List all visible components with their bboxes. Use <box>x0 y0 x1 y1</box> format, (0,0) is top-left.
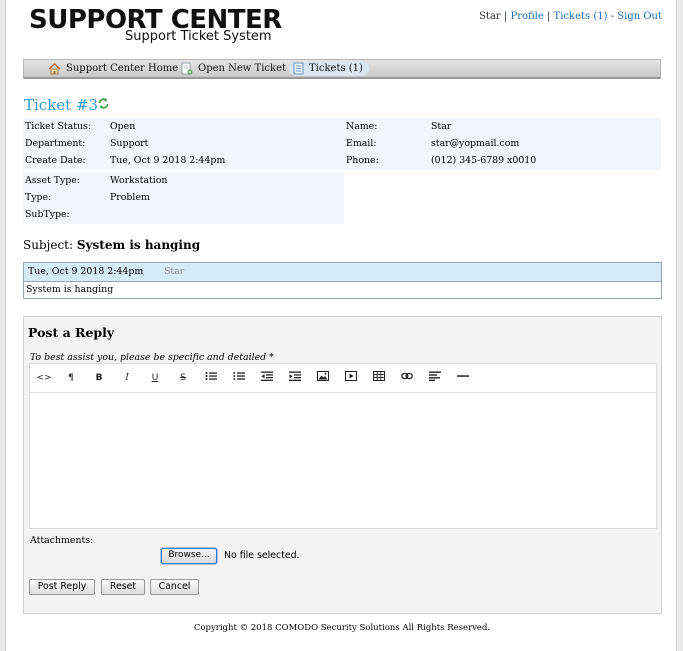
create-date-value: Tue, Oct 9 2018 2:44pm <box>110 155 226 166</box>
outdent-icon <box>261 371 273 381</box>
reply-form: Post a Reply To best assist you, please … <box>23 316 662 614</box>
thread-header: Tue, Oct 9 2018 2:44pm Star <box>24 263 661 282</box>
indent-button[interactable] <box>287 371 303 385</box>
editor-toolbar: <> ¶ B I U S <box>30 364 656 393</box>
image-icon <box>317 371 329 381</box>
horizontal-rule-button[interactable] <box>455 371 471 385</box>
insert-image-button[interactable] <box>315 371 331 385</box>
tickets-link[interactable]: Tickets (1) <box>554 11 608 22</box>
new-ticket-icon <box>181 62 193 75</box>
main-nav: Support Center Home Open New Ticket Tick… <box>23 59 661 79</box>
email-value: star@yopmail.com <box>431 138 520 149</box>
cancel-button[interactable]: Cancel <box>150 579 199 595</box>
department-label: Department: <box>25 138 86 149</box>
table-icon <box>373 371 385 381</box>
subject-value: System is hanging <box>76 238 201 252</box>
subject-label: Subject: <box>23 238 74 252</box>
browse-button[interactable]: Browse... <box>161 548 217 564</box>
thread-date: Tue, Oct 9 2018 2:44pm <box>28 266 144 277</box>
paragraph-button[interactable]: ¶ <box>63 371 79 385</box>
align-button[interactable] <box>427 371 443 385</box>
reply-editor[interactable]: <> ¶ B I U S <box>29 363 657 529</box>
refresh-icon[interactable] <box>97 97 110 110</box>
nav-home[interactable]: Support Center Home <box>48 62 178 76</box>
email-row: Email: star@yopmail.com <box>344 135 661 152</box>
name-value: Star <box>431 121 452 132</box>
strikethrough-button[interactable]: S <box>175 371 191 385</box>
nav-home-label: Support Center Home <box>66 63 179 74</box>
dash: - <box>610 11 615 22</box>
subtype-label: SubType: <box>25 209 70 220</box>
ticket-title: Ticket #3 <box>24 96 99 114</box>
asset-info: Asset Type: Workstation Type: Problem SubT… <box>23 172 344 224</box>
code-view-button[interactable]: <> <box>36 371 52 385</box>
phone-value: (012) 345-6789 x0010 <box>431 155 537 166</box>
username: Star <box>479 11 501 22</box>
tickets-icon <box>293 62 304 75</box>
home-icon <box>48 62 61 74</box>
reply-title: Post a Reply <box>28 325 115 340</box>
nav-new-ticket[interactable]: Open New Ticket <box>181 62 286 76</box>
post-reply-button[interactable]: Post Reply <box>29 579 95 595</box>
create-date-label: Create Date: <box>25 155 86 166</box>
numbered-list-button[interactable] <box>231 371 247 385</box>
editor-content-area[interactable] <box>30 393 656 528</box>
subtype-row: SubType: <box>23 206 344 223</box>
asset-row: Asset Type: Workstation <box>23 172 344 189</box>
outdent-button[interactable] <box>259 371 275 385</box>
link-icon <box>401 372 413 380</box>
email-label: Email: <box>346 138 377 149</box>
type-row: Type: Problem <box>23 189 344 206</box>
footer-copyright: Copyright © 2018 COMODO Security Solutio… <box>193 623 491 633</box>
department-row: Department: Support <box>23 135 344 152</box>
user-info: Name: Star Email: star@yopmail.com Phone: (… <box>344 118 661 170</box>
asset-type-label: Asset Type: <box>25 175 80 186</box>
numbered-list-icon <box>233 372 245 380</box>
align-left-icon <box>429 371 441 381</box>
no-file-text: No file selected. <box>224 550 300 561</box>
sign-out-link[interactable]: Sign Out <box>617 11 662 22</box>
department-value: Support <box>110 138 149 149</box>
create-date-row: Create Date: Tue, Oct 9 2018 2:44pm <box>23 152 344 169</box>
bold-button[interactable]: B <box>91 371 107 385</box>
status-value: Open <box>110 121 136 132</box>
thread-author: Star <box>164 266 185 277</box>
asset-type-value: Workstation <box>110 175 168 186</box>
italic-button[interactable]: I <box>119 371 135 385</box>
nav-new-ticket-label: Open New Ticket <box>198 63 287 74</box>
type-label: Type: <box>25 192 52 203</box>
bullet-list-icon <box>205 372 217 380</box>
reply-hint: To best assist you, please be specific a… <box>30 352 274 363</box>
thread-entry: Tue, Oct 9 2018 2:44pm Star System is ha… <box>23 262 662 299</box>
bullet-list-button[interactable] <box>203 371 219 385</box>
nav-tickets-label: Tickets (1) <box>309 63 363 74</box>
logo[interactable]: SUPPORT CENTER Support Ticket System <box>29 5 282 44</box>
thread-message: System is hanging <box>26 284 114 295</box>
profile-link[interactable]: Profile <box>510 11 543 22</box>
name-label: Name: <box>346 121 378 132</box>
separator: | <box>546 11 551 22</box>
video-icon <box>345 371 357 381</box>
underline-button[interactable]: U <box>147 371 163 385</box>
attachments-label: Attachments: <box>30 535 94 546</box>
name-row: Name: Star <box>344 118 661 135</box>
phone-label: Phone: <box>346 155 379 166</box>
status-label: Ticket Status: <box>25 121 92 132</box>
insert-video-button[interactable] <box>343 371 359 385</box>
phone-row: Phone: (012) 345-6789 x0010 <box>344 152 661 169</box>
insert-link-button[interactable] <box>399 371 415 385</box>
indent-icon <box>289 371 301 381</box>
logo-subtitle: Support Ticket System <box>125 29 272 44</box>
user-bar: Star | Profile | Tickets (1) - Sign Out <box>479 11 662 22</box>
reset-button[interactable]: Reset <box>101 579 145 595</box>
insert-table-button[interactable] <box>371 371 387 385</box>
separator: | <box>503 11 508 22</box>
page: SUPPORT CENTER Support Ticket System Sta… <box>5 0 677 651</box>
status-row: Ticket Status: Open <box>23 118 344 135</box>
horizontal-rule-icon <box>457 375 469 377</box>
subject: Subject: System is hanging <box>23 238 200 252</box>
nav-tickets[interactable]: Tickets (1) <box>289 62 369 76</box>
ticket-info: Ticket Status: Open Department: Support Cr… <box>23 118 344 170</box>
type-value: Problem <box>110 192 150 203</box>
